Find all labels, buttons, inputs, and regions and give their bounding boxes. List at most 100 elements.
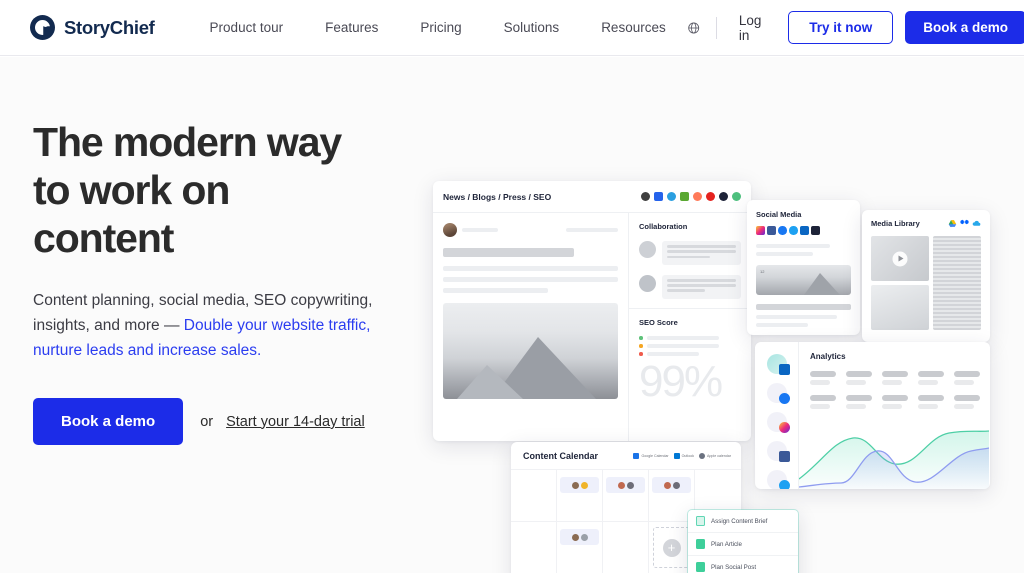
play-icon[interactable] [892,251,908,266]
calendar-cell[interactable] [603,521,649,573]
plus-icon[interactable]: + [662,538,681,557]
medium-icon[interactable] [654,192,663,201]
tiktok-icon[interactable] [811,226,820,235]
calendar-cell[interactable] [511,521,557,573]
hubspot-icon[interactable] [693,192,702,201]
seo-check-good [639,335,741,340]
book-a-demo-button-hero[interactable]: Book a demo [33,398,184,446]
twitter-icon [778,480,790,489]
collaboration-comment [639,241,741,265]
metric-cell [810,371,836,385]
calendar-integrations: Google Calendar Outlook Apple calendar [633,453,731,459]
metric-cell [918,371,944,385]
editor-card-title: News / Blogs / Press / SEO [443,191,552,202]
media-library-card[interactable]: Media Library [862,210,990,342]
onedrive-icon[interactable] [972,219,981,228]
channel-avatar-facebook[interactable] [766,383,790,404]
google-drive-icon[interactable] [948,219,957,228]
body-line-2 [443,277,618,282]
wordpress-icon[interactable] [641,192,650,201]
menu-item-plan-article[interactable]: Plan Article [688,533,798,556]
nav-item-solutions[interactable]: Solutions [483,20,581,35]
twitter-icon[interactable] [789,226,798,235]
analytics-area-chart [799,430,989,489]
login-link[interactable]: Log in [717,13,788,43]
comment-bubble [662,241,741,265]
try-it-now-button[interactable]: Try it now [788,11,894,44]
facebook-page-icon [778,451,790,462]
metric-cell [954,395,980,409]
author-placeholder [462,228,498,232]
linkedin-icon[interactable] [800,226,809,235]
add-event-dropzone[interactable]: + [653,527,690,568]
globe-icon[interactable] [687,19,700,37]
calendar-cell[interactable] [511,469,557,521]
calendar-cell[interactable] [557,521,603,573]
start-trial-link[interactable]: Start your 14-day trial [226,414,365,430]
channel-avatar-linkedin[interactable] [766,354,790,375]
headline-placeholder [443,248,575,257]
google-calendar-icon [633,453,640,459]
calendar-event-chip[interactable] [652,477,691,493]
channel-avatar-facebook-page[interactable] [766,441,790,462]
analytics-metric-row-2 [810,395,980,409]
content-calendar-header: Content Calendar Google Calendar Outlook… [511,442,741,461]
menu-item-label: Plan Article [711,540,742,548]
channel-avatar-instagram[interactable] [766,412,790,433]
brand-logo[interactable]: StoryChief [30,15,155,40]
apple-calendar-integration[interactable]: Apple calendar [699,453,731,459]
book-a-demo-button-header[interactable]: Book a demo [905,11,1024,44]
hero-section: The modern way to work on content Conten… [0,57,1024,573]
article-icon [696,539,705,549]
nav-item-features[interactable]: Features [304,20,399,35]
hero-title-line-1: The modern way [33,119,342,165]
drupal-icon[interactable] [667,192,676,201]
shopify-icon[interactable] [680,192,689,201]
main-navigation: Product tour Features Pricing Solutions … [189,20,687,35]
menu-item-plan-social-post[interactable]: Plan Social Post [688,556,798,573]
opera-icon[interactable] [706,192,715,201]
google-calendar-integration[interactable]: Google Calendar [633,453,669,459]
outlook-integration[interactable]: Outlook [673,453,694,459]
metric-cell [810,395,836,409]
calendar-event-chip[interactable] [606,477,645,493]
linkedin-icon [778,364,790,375]
facebook-page-icon[interactable] [767,226,776,235]
social-media-card[interactable]: Social Media 12 [747,200,860,335]
image-count-badge: 12 [760,268,765,274]
media-image-thumbnail[interactable] [871,285,929,330]
hero-cta-group: Book a demo or Start your 14-day trial [33,398,423,446]
site-header: StoryChief Product tour Features Pricing… [0,0,1024,56]
menu-item-label: Assign Content Brief [711,517,768,525]
analytics-card[interactable]: Analytics [755,342,990,489]
editor-card[interactable]: News / Blogs / Press / SEO Collaboration… [433,181,751,441]
calendar-event-chip[interactable] [560,477,599,493]
editor-document-pane[interactable] [433,213,629,441]
create-content-dropdown[interactable]: Assign Content Brief Plan Article Plan S… [688,510,798,573]
media-document-thumbnail[interactable] [933,236,981,330]
nav-item-product-tour[interactable]: Product tour [189,20,305,35]
calendar-event-chip[interactable] [560,529,599,545]
media-library-title: Media Library [871,219,920,228]
comment-bubble [662,274,741,299]
calendar-cell[interactable] [557,469,603,521]
dropbox-icon[interactable] [960,219,969,228]
seo-checklist [639,335,741,356]
facebook-icon[interactable] [778,226,787,235]
seo-score-section: SEO Score 99% [629,309,751,413]
instagram-icon[interactable] [756,226,765,235]
calendar-cell[interactable] [603,469,649,521]
api-icon[interactable] [719,192,728,201]
metric-cell [882,371,908,385]
apple-icon [699,453,706,459]
channel-avatar-twitter[interactable] [766,470,790,489]
nav-item-pricing[interactable]: Pricing [399,20,482,35]
add-integration-icon[interactable] [732,192,741,201]
seo-check-warning [639,343,741,348]
media-video-thumbnail[interactable] [871,236,929,281]
metric-cell [954,371,980,385]
status-placeholder [566,228,618,232]
menu-item-assign-content-brief[interactable]: Assign Content Brief [688,510,798,533]
nav-item-resources[interactable]: Resources [580,20,687,35]
body-line-1 [443,266,618,271]
